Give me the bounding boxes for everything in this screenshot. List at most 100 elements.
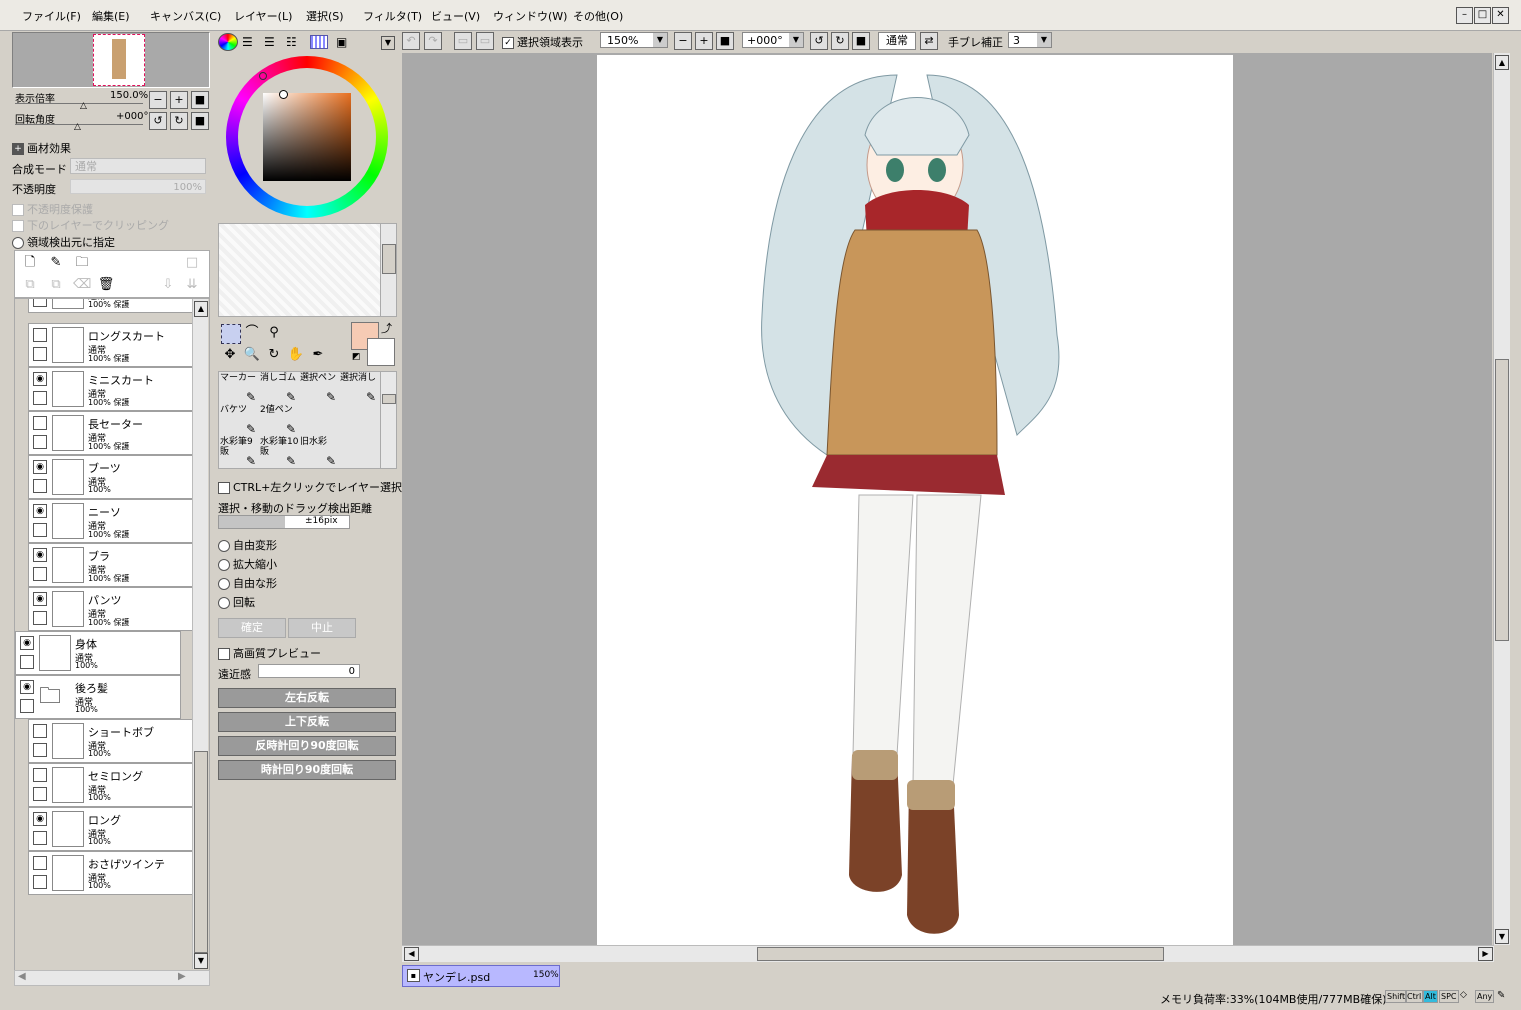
lasso-select-icon[interactable]: ⌒ [243,324,261,342]
layer-row[interactable]: ◉ ブラ 通常 100% 保護 [28,543,194,587]
menu-filter[interactable]: フィルタ(T) [363,8,422,24]
flip-view-icon[interactable]: ⇄ [920,32,938,50]
visibility-toggle[interactable] [33,416,47,430]
delete-layer-icon[interactable]: 🗑 [97,276,115,294]
layer-row[interactable]: ◉ ブーツ 通常 100% [28,455,194,499]
brush-slot[interactable] [340,405,380,436]
rotate-right-button[interactable]: ↻ [170,112,188,130]
menu-file[interactable]: ファイル(F) [22,8,81,24]
rotate-left-button[interactable]: ↺ [149,112,167,130]
visibility-toggle[interactable] [33,724,47,738]
rotate-cw-button[interactable]: 時計回り90度回転 [218,760,396,780]
navigator-preview[interactable] [12,32,210,88]
layer-row[interactable]: 長セーター 通常 100% 保護 [28,411,194,455]
copy-layer-icon[interactable]: ⧉ [21,276,39,294]
close-button[interactable]: ✕ [1492,7,1509,24]
new-layer-icon[interactable]: 🗋 [21,254,39,272]
scroll-right-icon[interactable]: ▶ [1478,947,1493,961]
layer-select-checkbox[interactable] [20,655,34,669]
angle-combo[interactable]: +000° ▼ [742,32,804,48]
clipping-checkbox[interactable]: 下のレイヤーでクリッピング [12,217,169,233]
opacity-protect-checkbox[interactable]: 不透明度保護 [12,201,93,217]
menu-canvas[interactable]: キャンバス(C) [150,8,221,24]
brush-grid-scrollbar[interactable] [380,371,397,469]
eye-icon[interactable]: ◉ [33,372,47,386]
brush-slot[interactable] [340,437,380,468]
menu-window[interactable]: ウィンドウ(W) [493,8,567,24]
chevron-down-icon[interactable]: ▼ [653,33,667,47]
layer-row[interactable]: おさげツインテ 通常 100% [28,851,194,895]
color-wheel-tab-icon[interactable] [218,33,238,51]
layer-row[interactable]: ◉ ニーソ 通常 100% 保護 [28,499,194,543]
canvas-viewport[interactable] [402,53,1492,945]
toolbar-zoom-out-icon[interactable]: − [674,32,692,50]
eyedropper-icon[interactable]: ✒ [309,346,327,364]
layer-row[interactable]: ロングスカート 通常 100% 保護 [28,323,194,367]
visibility-toggle[interactable] [33,856,47,870]
confirm-button[interactable]: 確定 [218,618,286,638]
chevron-down-icon[interactable]: ▼ [789,33,803,47]
transfer-down-icon[interactable]: ⇩ [159,276,177,294]
undo-icon[interactable]: ↶ [402,32,420,50]
layer-select-checkbox[interactable] [33,611,47,625]
canvas-vscrollbar[interactable]: ▲ ▼ [1493,53,1510,945]
rotate-ccw-button[interactable]: 反時計回り90度回転 [218,736,396,756]
deselect-icon[interactable]: ▭ [454,32,472,50]
layer-row[interactable]: ◉ 身体 通常 100% [15,631,181,675]
layer-select-checkbox[interactable] [33,435,47,449]
layer-select-checkbox[interactable] [33,523,47,537]
free-shape-radio[interactable]: 自由な形 [218,575,277,591]
texture-toggle[interactable]: + 画材効果 [12,140,71,156]
clear-layer-icon[interactable]: ⌫ [73,276,91,294]
stabilizer-combo[interactable]: 3 ▼ [1008,32,1052,48]
hsv-slider-tab-icon[interactable]: ☰ [264,35,275,49]
drag-distance-slider[interactable]: ±16pix [218,515,350,529]
menu-edit[interactable]: 編集(E) [92,8,130,24]
visibility-toggle[interactable] [33,768,47,782]
layer-row[interactable]: ◉ ロング 通常 100% [28,807,194,851]
rotate-radio[interactable]: 回転 [218,594,255,610]
scratchpad-scrollbar[interactable] [380,223,397,317]
rect-select-icon[interactable] [221,324,241,344]
detect-source-radio[interactable]: 領域検出元に指定 [12,234,115,250]
merge-visible-icon[interactable]: ⇊ [183,276,201,294]
cancel-button[interactable]: 中止 [288,618,356,638]
layer-select-checkbox[interactable] [33,479,47,493]
brush-slot[interactable]: マーカー ✎ [220,373,260,404]
layer-select-checkbox[interactable] [33,299,47,307]
scroll-left-icon[interactable]: ◀ [18,971,26,982]
reset-colors-icon[interactable]: ◩ [352,352,361,362]
saturation-value-square[interactable] [263,93,351,181]
rotate-slider-handle[interactable]: △ [74,122,81,132]
hand-tool-icon[interactable]: ✋ [287,346,305,364]
zoom-out-button[interactable]: − [149,91,167,109]
merge-down-icon[interactable]: ⧉ [47,276,65,294]
canvas-vscroll-thumb[interactable] [1495,359,1509,641]
canvas-hscrollbar[interactable]: ◀ ▶ [402,945,1494,962]
toolbar-zoom-in-icon[interactable]: + [695,32,713,50]
brush-slot[interactable]: 水彩筆10販 ✎ [260,437,300,468]
layer-settings-icon[interactable]: □ [183,254,201,272]
chevron-down-icon[interactable]: ▼ [1037,33,1051,47]
eye-icon[interactable]: ◉ [33,548,47,562]
zoom-reset-button[interactable]: ■ [191,91,209,109]
layer-row[interactable]: ショートボブ 通常 100% [28,719,194,763]
navigator-viewport[interactable] [93,34,145,86]
rotate-tool-icon[interactable]: ↻ [265,346,283,364]
rotate-reset-button[interactable]: ■ [191,112,209,130]
hue-ring[interactable] [226,56,388,218]
brush-slot[interactable]: 水彩筆9販 ✎ [220,437,260,468]
layer-row[interactable]: ◉ 🗀 後ろ髪 通常 100% [15,675,181,719]
toolbar-rotate-reset-icon[interactable]: ■ [852,32,870,50]
visibility-toggle[interactable] [33,328,47,342]
brush-slot[interactable]: 旧水彩 ✎ [300,437,340,468]
panel-menu-icon[interactable]: ▼ [381,36,395,50]
layer-select-checkbox[interactable] [33,391,47,405]
maximize-button[interactable]: □ [1474,7,1491,24]
swatch-tab-icon[interactable]: ☷ [286,35,297,49]
flip-horizontal-button[interactable]: 左右反転 [218,688,396,708]
zoom-in-button[interactable]: + [170,91,188,109]
sv-cursor[interactable] [279,90,288,99]
scroll-right-icon[interactable]: ▶ [178,971,186,982]
layer-select-checkbox[interactable] [33,831,47,845]
